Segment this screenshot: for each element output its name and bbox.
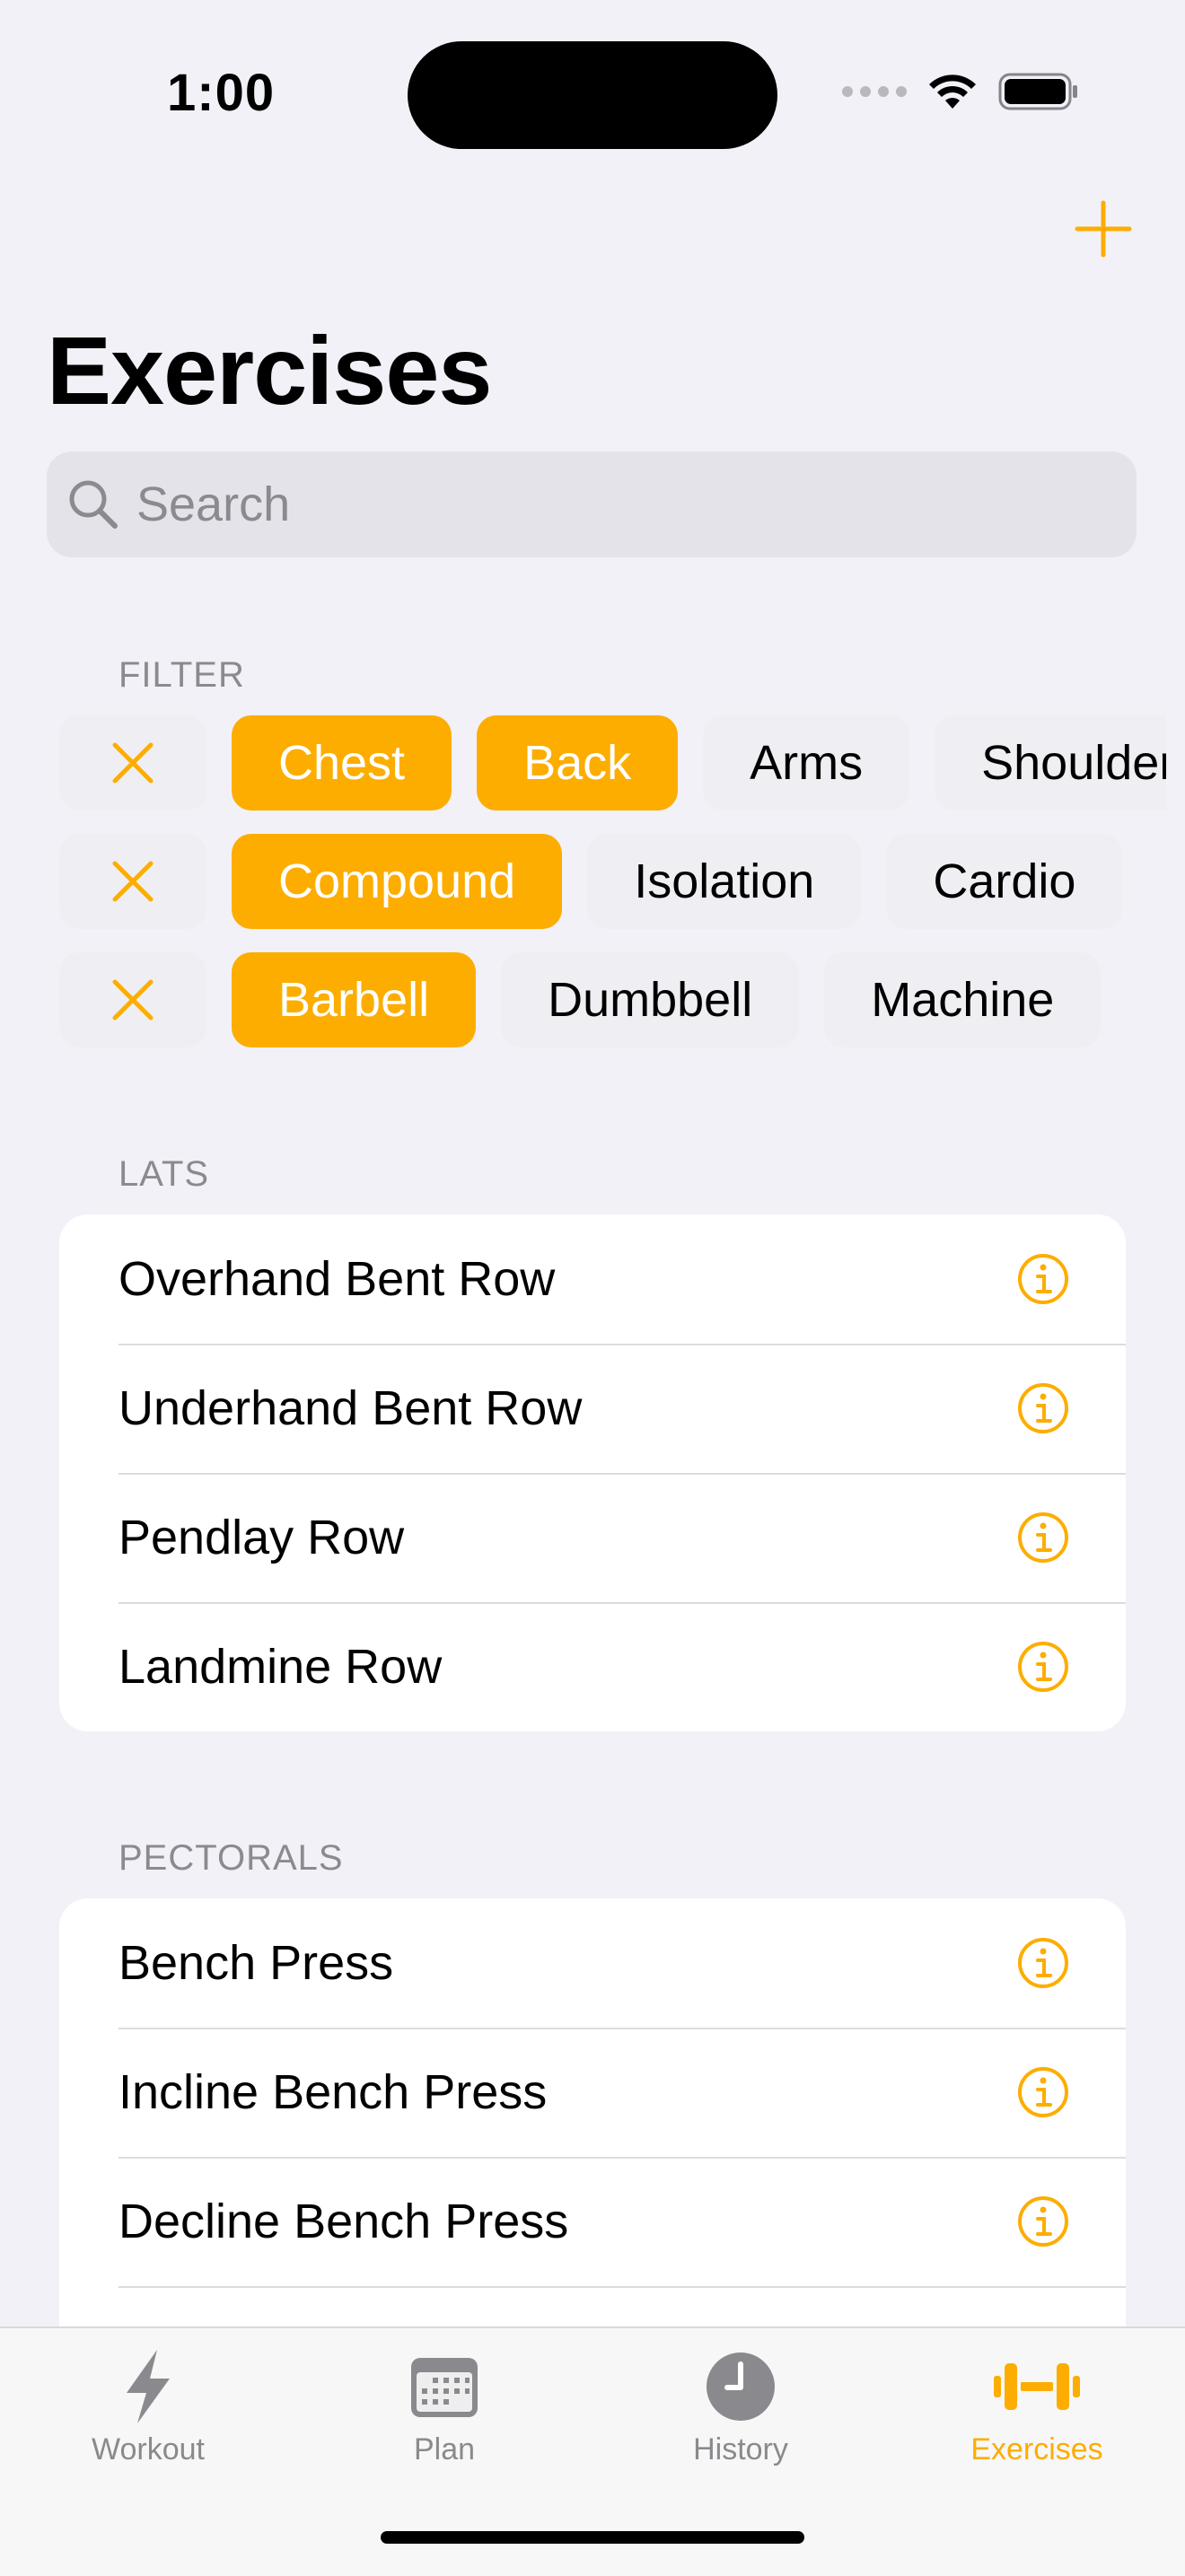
close-icon [112,742,154,784]
filter-row-muscle: Chest Back Arms Shoulders [59,715,1167,810]
clear-type-filter-button[interactable] [59,834,206,929]
list-item[interactable]: Decline Bench Press [59,2157,1126,2286]
bolt-icon [127,2350,170,2423]
clear-muscle-filter-button[interactable] [59,715,206,810]
filter-header: FILTER [118,655,245,695]
tab-label: Exercises [970,2432,1103,2466]
close-icon [112,979,154,1021]
exercise-name: Bench Press [118,1936,394,1990]
exercise-name: Decline Bench Press [118,2195,569,2248]
chip-arms[interactable]: Arms [703,715,910,810]
info-icon[interactable] [1016,1252,1070,1306]
close-icon [112,861,154,902]
info-icon[interactable] [1016,1381,1070,1435]
pectorals-list: Bench Press Incline Bench Press Decline … [59,1898,1126,2401]
tab-label: History [693,2432,788,2466]
list-item[interactable]: Landmine Row [59,1602,1126,1731]
list-item[interactable]: Underhand Bent Row [59,1344,1126,1473]
chip-barbell[interactable]: Barbell [232,952,477,1047]
search-icon [69,480,118,529]
chip-machine[interactable]: Machine [824,952,1102,1047]
info-icon[interactable] [1016,1640,1070,1694]
list-item[interactable]: Overhand Bent Row [59,1214,1126,1344]
dynamic-island [408,41,777,149]
chip-back[interactable]: Back [477,715,679,810]
tab-label: Workout [92,2432,205,2466]
exercise-name: Overhand Bent Row [118,1252,556,1306]
filter-row-equipment: Barbell Dumbbell Machine [59,952,1102,1047]
chip-dumbbell[interactable]: Dumbbell [501,952,800,1047]
info-icon[interactable] [1016,1936,1070,1990]
section-header-lats: LATS [118,1154,210,1194]
chip-shoulders[interactable]: Shoulders [935,715,1167,810]
list-item[interactable]: Incline Bench Press [59,2028,1126,2157]
chip-cardio[interactable]: Cardio [886,834,1123,929]
calendar-icon [411,2358,478,2417]
info-icon[interactable] [1016,2065,1070,2119]
search-field[interactable] [47,451,1137,557]
battery-icon [998,73,1077,110]
list-item[interactable]: Pendlay Row [59,1473,1126,1602]
list-item[interactable]: Bench Press [59,1898,1126,2028]
exercise-name: Incline Bench Press [118,2065,548,2119]
info-icon[interactable] [1016,2195,1070,2248]
info-icon[interactable] [1016,1511,1070,1564]
home-indicator[interactable] [381,2531,804,2544]
chip-chest[interactable]: Chest [232,715,452,810]
status-icons [842,72,1079,111]
search-input[interactable] [135,476,1036,533]
lats-list: Overhand Bent Row Underhand Bent Row Pen… [59,1214,1126,1731]
tab-history[interactable]: History [606,2328,875,2467]
section-header-pectorals: PECTORALS [118,1838,344,1878]
status-time: 1:00 [167,64,276,122]
add-exercise-button[interactable] [1072,197,1135,260]
filter-row-type: Compound Isolation Cardio [59,834,1123,929]
exercise-name: Pendlay Row [118,1511,405,1564]
plus-icon [1075,200,1132,258]
tab-plan[interactable]: Plan [310,2328,579,2467]
exercise-name: Underhand Bent Row [118,1381,583,1435]
dumbbell-icon [994,2363,1080,2410]
tab-workout[interactable]: Workout [13,2328,283,2467]
tab-label: Plan [413,2432,476,2466]
tab-exercises[interactable]: Exercises [902,2328,1172,2467]
chip-compound[interactable]: Compound [232,834,563,929]
wifi-icon [929,74,976,109]
exercise-name: Landmine Row [118,1640,443,1694]
chip-isolation[interactable]: Isolation [587,834,862,929]
clock-icon [707,2353,775,2421]
clear-equipment-filter-button[interactable] [59,952,206,1047]
signal-icon [842,86,907,97]
page-title: Exercises [47,316,492,425]
